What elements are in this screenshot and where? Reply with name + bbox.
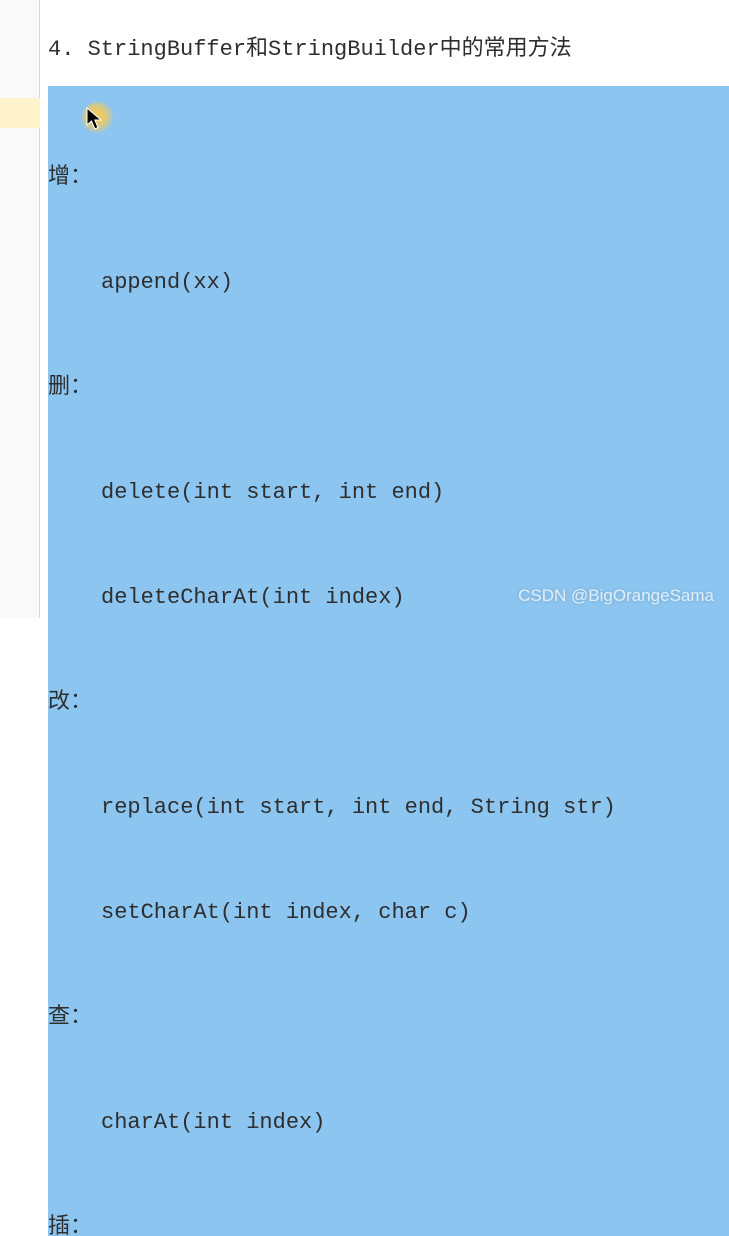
watermark-text: CSDN @BigOrangeSama bbox=[518, 586, 714, 606]
editor-gutter bbox=[0, 0, 40, 618]
method-replace: replace(int start, int end, String str) bbox=[48, 790, 729, 825]
document-content: 4. StringBuffer和StringBuilder中的常用方法 增： a… bbox=[48, 0, 729, 1236]
label-add: 增： bbox=[48, 160, 729, 195]
method-charat: charAt(int index) bbox=[48, 1105, 729, 1140]
label-delete: 删： bbox=[48, 370, 729, 405]
selected-code-block[interactable]: 增： append(xx) 删： delete(int start, int e… bbox=[48, 86, 729, 1236]
method-delete-range: delete(int start, int end) bbox=[48, 475, 729, 510]
label-query: 查： bbox=[48, 1000, 729, 1035]
label-insert: 插： bbox=[48, 1210, 729, 1236]
heading-line: 4. StringBuffer和StringBuilder中的常用方法 bbox=[48, 0, 729, 86]
label-modify: 改： bbox=[48, 685, 729, 720]
method-append: append(xx) bbox=[48, 265, 729, 300]
method-setchar: setCharAt(int index, char c) bbox=[48, 895, 729, 930]
gutter-highlight bbox=[0, 98, 40, 128]
